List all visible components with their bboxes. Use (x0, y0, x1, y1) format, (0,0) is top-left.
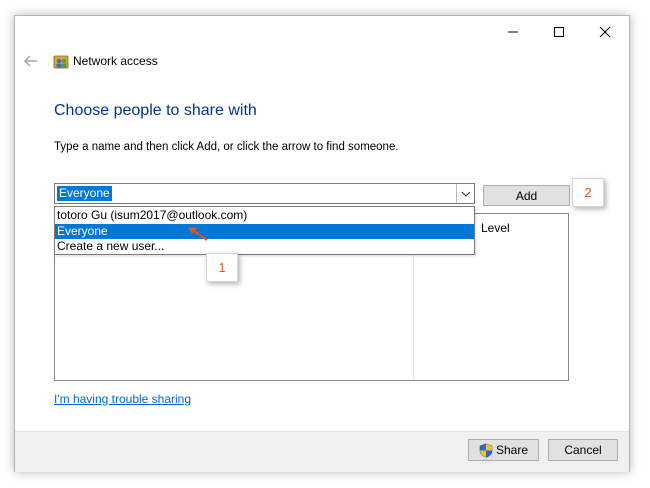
combo-dropdown-list: totoro Gu (isum2017@outlook.com) Everyon… (54, 206, 475, 255)
close-button[interactable] (582, 16, 628, 48)
minimize-button[interactable] (490, 16, 536, 48)
callout-one: 1 (206, 253, 238, 282)
dropdown-option-selected[interactable]: Everyone (55, 224, 474, 239)
uac-shield-icon (479, 443, 493, 458)
instruction-text: Type a name and then click Add, or click… (54, 141, 399, 153)
dialog-footer: Share Cancel (15, 431, 629, 472)
back-button[interactable] (23, 54, 41, 70)
add-button[interactable]: Add (483, 185, 570, 206)
user-combo-box[interactable]: Everyone (54, 183, 475, 204)
back-arrow-icon (24, 55, 37, 67)
cancel-button[interactable]: Cancel (548, 439, 618, 461)
combo-selected-text[interactable]: Everyone (57, 186, 112, 201)
minimize-icon (508, 31, 518, 33)
share-button-label: Share (495, 443, 529, 457)
combo-dropdown-button[interactable] (456, 184, 474, 203)
callout-two: 2 (572, 178, 604, 207)
close-icon (599, 26, 611, 38)
network-access-window: Network access Choose people to share wi… (14, 15, 630, 472)
chevron-down-icon (461, 191, 470, 197)
share-button[interactable]: Share (468, 439, 539, 461)
window-title: Network access (73, 54, 158, 68)
level-column-header[interactable]: Level (481, 221, 510, 235)
maximize-icon (554, 27, 564, 37)
network-people-icon (53, 54, 69, 70)
dropdown-option[interactable]: Create a new user... (55, 239, 474, 254)
annotation-arrow-icon (188, 227, 208, 241)
dropdown-option[interactable]: totoro Gu (isum2017@outlook.com) (55, 208, 474, 223)
trouble-sharing-link[interactable]: I'm having trouble sharing (54, 392, 191, 406)
maximize-button[interactable] (536, 16, 582, 48)
page-heading: Choose people to share with (54, 102, 257, 119)
